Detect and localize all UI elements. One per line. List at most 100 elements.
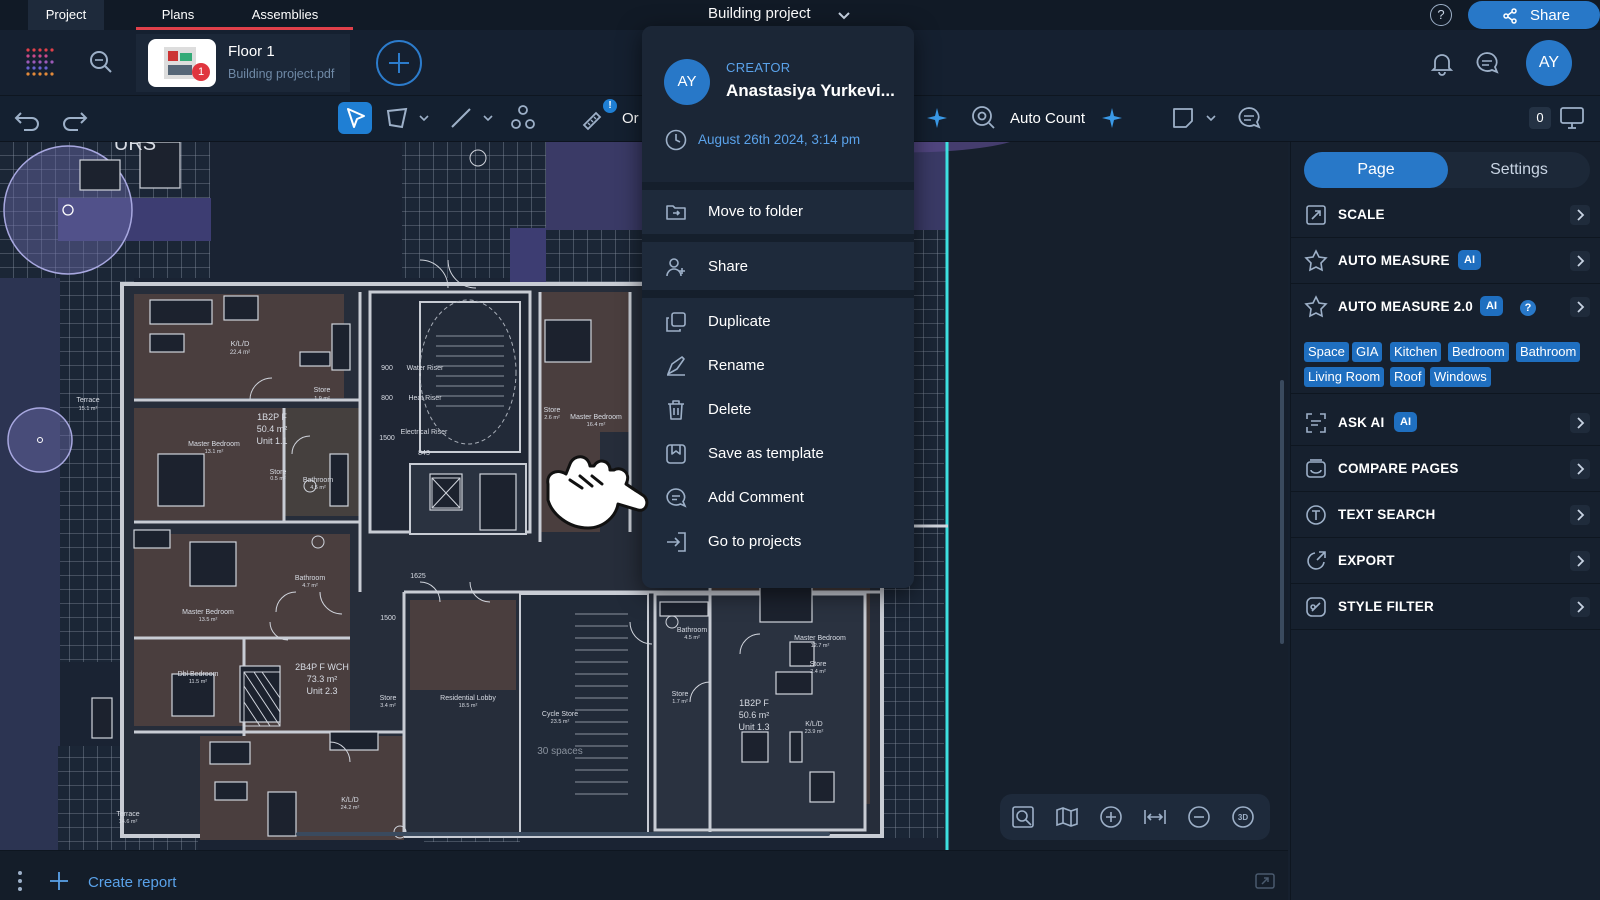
chat-icon[interactable] — [1474, 50, 1500, 76]
menu-item-save-as-template[interactable]: Save as template — [642, 432, 914, 476]
share-button[interactable]: Share — [1468, 1, 1600, 29]
zoom-in-icon[interactable] — [1098, 804, 1124, 830]
more-vertical-icon[interactable] — [16, 870, 24, 892]
redo-icon[interactable] — [58, 101, 92, 135]
plan-label: 24.2 m² — [341, 805, 360, 811]
panel-row-label: AUTO MEASURE — [1338, 253, 1450, 268]
panel-row-scale[interactable]: SCALE — [1290, 192, 1600, 238]
chevron-down-icon[interactable] — [482, 112, 494, 124]
plan-label: Bathroom — [303, 477, 334, 484]
panel-row-compare-pages[interactable]: COMPARE PAGES — [1290, 446, 1600, 492]
alert-badge: ! — [603, 99, 617, 113]
tag-chip[interactable]: Living Room — [1304, 367, 1385, 387]
add-document-button[interactable] — [376, 40, 422, 86]
3d-view-icon[interactable]: 3D — [1230, 804, 1256, 830]
share-icon — [1503, 8, 1517, 24]
zoom-fit-icon[interactable] — [1010, 804, 1036, 830]
tab-assemblies[interactable]: Assemblies — [218, 0, 352, 30]
fit-width-icon[interactable] — [1142, 804, 1168, 830]
menu-item-move-to-folder[interactable]: Move to folder — [642, 190, 914, 234]
tag-chip[interactable]: GIA — [1352, 342, 1383, 362]
chevron-right-icon[interactable] — [1570, 459, 1590, 479]
panel-row-ask-ai[interactable]: ASK AI AI — [1290, 400, 1600, 446]
search-document-icon[interactable] — [88, 49, 114, 75]
plan-label: Store — [672, 691, 689, 698]
bell-icon[interactable] — [1429, 50, 1455, 76]
expand-panel-icon[interactable] — [1254, 870, 1276, 892]
tab-settings[interactable]: Settings — [1448, 152, 1590, 188]
pen-icon — [667, 356, 685, 376]
tag-chip[interactable]: Bedroom — [1448, 342, 1509, 362]
chevron-down-icon[interactable] — [1205, 112, 1217, 124]
chevron-right-icon[interactable] — [1570, 597, 1590, 617]
panel-row-style-filter[interactable]: STYLE FILTER — [1290, 584, 1600, 630]
tool-label-partial[interactable]: Or — [622, 110, 639, 127]
user-avatar[interactable]: AY — [1526, 40, 1572, 86]
panel-row-auto-measure[interactable]: AUTO MEASURE AI — [1290, 238, 1600, 284]
menu-item-rename[interactable]: Rename — [642, 344, 914, 388]
auto-count-icon[interactable] — [970, 104, 996, 130]
chevron-right-icon[interactable] — [1570, 297, 1590, 317]
tag-chip[interactable]: Kitchen — [1390, 342, 1442, 362]
plan-label: Heat Riser — [408, 395, 442, 402]
sticky-note-icon[interactable] — [1166, 101, 1200, 135]
style-filter-icon — [1306, 597, 1326, 617]
plan-label: 73.3 m² — [307, 674, 338, 684]
chevron-down-icon[interactable] — [836, 7, 852, 23]
exit-icon — [667, 532, 686, 552]
help-icon[interactable]: ? — [1430, 4, 1452, 26]
auto-count-label[interactable]: Auto Count — [1010, 110, 1085, 127]
plan-label: Master Bedroom — [188, 441, 240, 448]
plan-label: Unit 1.1 — [256, 436, 287, 446]
plan-label: Store — [270, 469, 287, 476]
menu-item-go-to-projects[interactable]: Go to projects — [642, 520, 914, 564]
chevron-right-icon[interactable] — [1570, 251, 1590, 271]
sparkle-icon — [927, 108, 947, 128]
text-search-icon — [1306, 505, 1326, 525]
tag-chip[interactable]: Bathroom — [1516, 342, 1581, 362]
select-tool-icon[interactable] — [338, 102, 372, 134]
project-options-menu: AY CREATOR Anastasiya Yurkevi... August … — [642, 26, 914, 588]
document-card[interactable]: 1 Floor 1 Building project.pdf — [136, 34, 350, 92]
menu-item-duplicate[interactable]: Duplicate — [642, 300, 914, 344]
menu-item-add-comment[interactable]: Add Comment — [642, 476, 914, 520]
chevron-right-icon[interactable] — [1570, 505, 1590, 525]
chevron-down-icon[interactable] — [418, 112, 430, 124]
undo-icon[interactable] — [10, 101, 44, 135]
monitor-icon[interactable] — [1558, 104, 1586, 132]
help-icon[interactable]: ? — [1520, 300, 1536, 316]
add-person-icon — [666, 258, 685, 277]
menu-item-delete[interactable]: Delete — [642, 388, 914, 432]
tag-chip[interactable]: Roof — [1390, 367, 1426, 387]
tab-plans[interactable]: Plans — [138, 0, 218, 30]
panel-row-text-search[interactable]: TEXT SEARCH — [1290, 492, 1600, 538]
tag-chip[interactable]: Windows — [1430, 367, 1491, 387]
plan-label: 12.7 m² — [811, 643, 830, 649]
chevron-right-icon[interactable] — [1570, 413, 1590, 433]
create-report-button[interactable]: Create report — [88, 874, 176, 891]
tag-chip[interactable]: Space — [1304, 342, 1349, 362]
menu-item-share[interactable]: Share — [642, 245, 914, 289]
count-tool-icon[interactable] — [506, 101, 540, 135]
tab-page[interactable]: Page — [1304, 152, 1448, 188]
menu-item-label: Duplicate — [708, 313, 771, 330]
comment-icon[interactable] — [1232, 101, 1266, 135]
zoom-out-icon[interactable] — [1186, 804, 1212, 830]
chevron-right-icon[interactable] — [1570, 205, 1590, 225]
vertical-scrollbar[interactable] — [1280, 380, 1284, 644]
tab-project[interactable]: Project — [28, 0, 104, 30]
line-tool-icon[interactable] — [444, 101, 478, 135]
area-tool-icon[interactable] — [380, 101, 414, 135]
chevron-right-icon[interactable] — [1570, 551, 1590, 571]
panel-row-export[interactable]: EXPORT — [1290, 538, 1600, 584]
map-icon[interactable] — [1054, 804, 1080, 830]
plus-icon[interactable] — [48, 870, 70, 892]
menu-item-label: Go to projects — [708, 533, 802, 550]
panel-row-label: STYLE FILTER — [1338, 599, 1434, 614]
panel-row-auto-measure-2[interactable]: AUTO MEASURE 2.0 AI — [1290, 284, 1600, 330]
plan-label: 2.4 m² — [810, 669, 826, 675]
plan-label: K/L/D — [341, 797, 359, 804]
plan-label: 13.5 m² — [199, 617, 218, 623]
apps-grid-icon[interactable] — [24, 46, 56, 78]
plan-label: K/L/D — [231, 339, 250, 348]
